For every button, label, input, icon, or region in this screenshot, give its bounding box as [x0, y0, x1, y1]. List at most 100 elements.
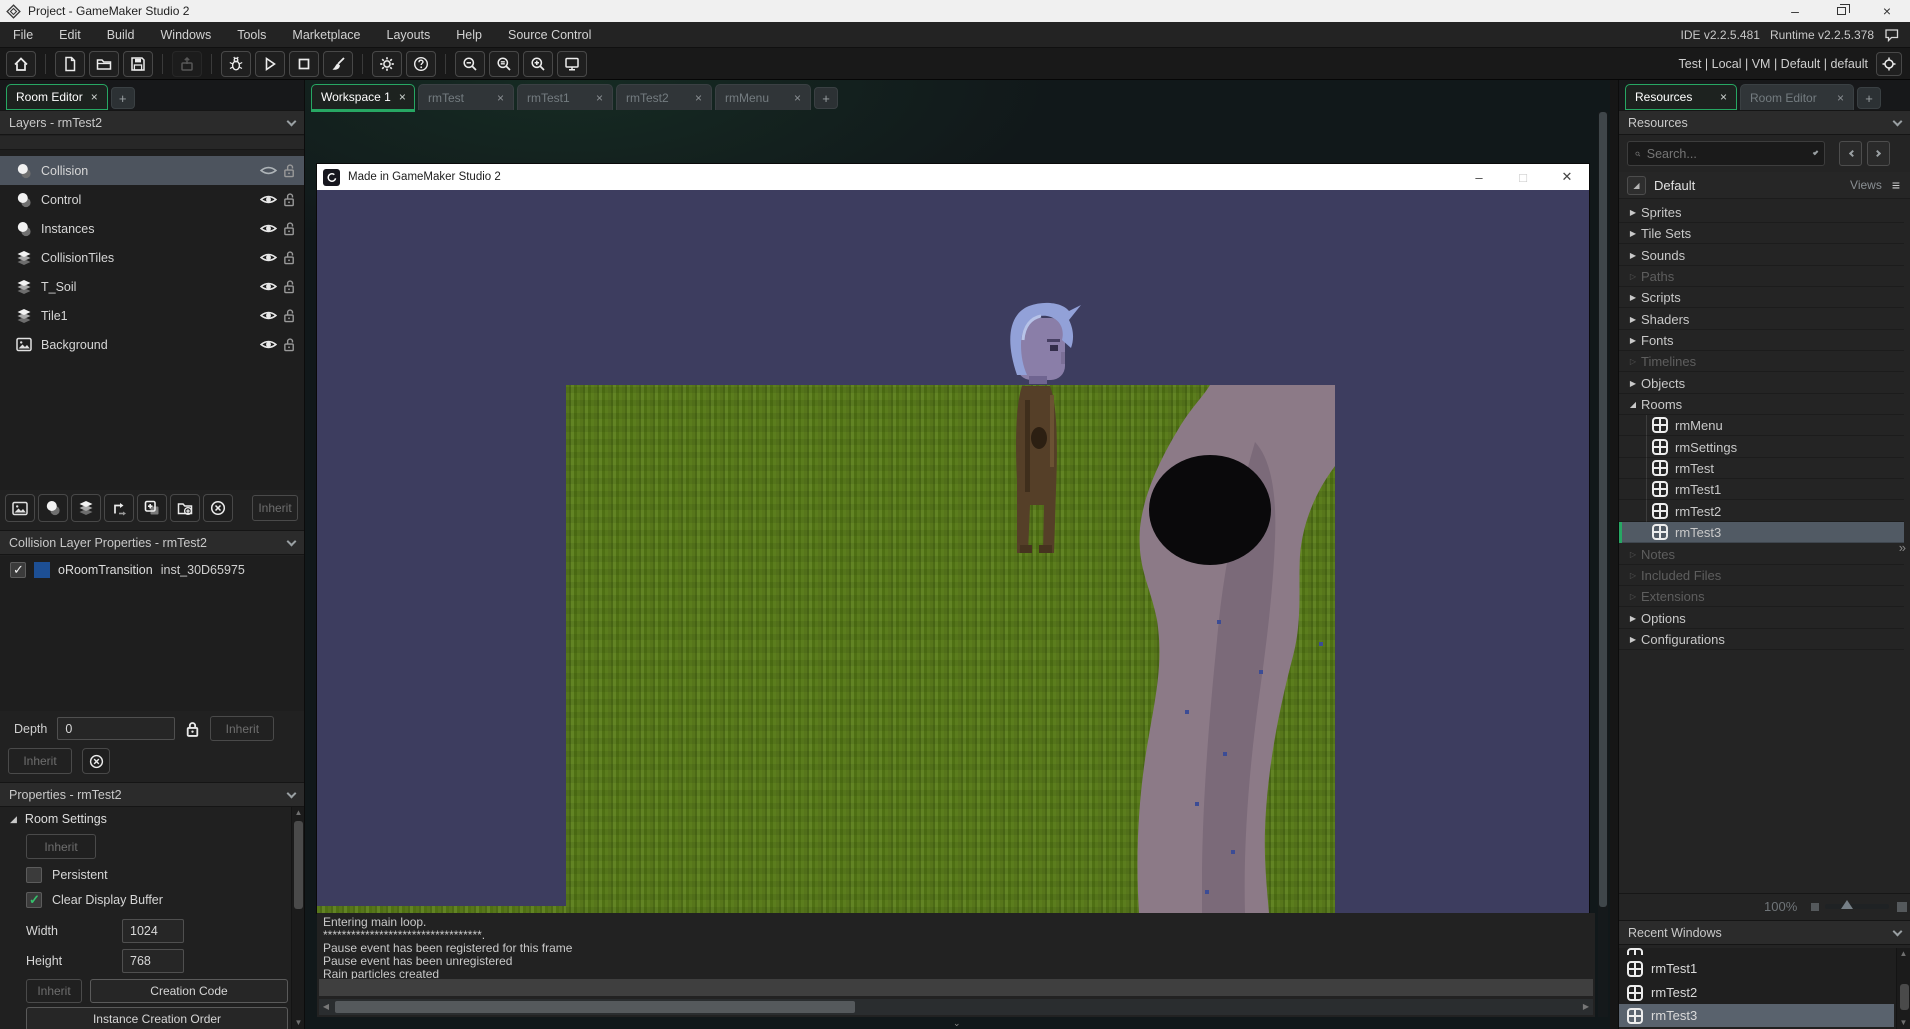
- unlock-icon[interactable]: [283, 192, 296, 207]
- tree-configurations[interactable]: Configurations: [1619, 629, 1904, 650]
- menu-windows[interactable]: Windows: [148, 22, 225, 47]
- unlock-icon[interactable]: [283, 250, 296, 265]
- scroll-down-icon[interactable]: ▼: [1897, 1017, 1910, 1029]
- clean-button[interactable]: [323, 51, 353, 77]
- close-icon[interactable]: ×: [91, 90, 98, 104]
- layer-row-instances[interactable]: Instances: [0, 214, 304, 243]
- target-manager-button[interactable]: [1876, 52, 1902, 76]
- open-project-button[interactable]: [89, 51, 119, 77]
- log-input-row[interactable]: [319, 979, 1593, 996]
- menu-marketplace[interactable]: Marketplace: [279, 22, 373, 47]
- room-width-input[interactable]: [122, 919, 184, 943]
- tree-fonts[interactable]: Fonts: [1619, 330, 1904, 351]
- resource-search[interactable]: [1627, 141, 1825, 166]
- room-inherit-button[interactable]: Inherit: [26, 834, 96, 859]
- tree-room-rmtest1[interactable]: rmTest1: [1619, 479, 1904, 500]
- zoom-slider-track[interactable]: [1825, 904, 1889, 909]
- tree-options[interactable]: Options: [1619, 608, 1904, 629]
- menu-tools[interactable]: Tools: [224, 22, 279, 47]
- scrollbar-thumb[interactable]: [1900, 984, 1909, 1010]
- add-asset-layer-button[interactable]: [137, 494, 167, 522]
- tree-scripts[interactable]: Scripts: [1619, 287, 1904, 308]
- menu-help[interactable]: Help: [443, 22, 495, 47]
- tab-rmtest1[interactable]: rmTest1×: [517, 84, 613, 110]
- instance-row[interactable]: oRoomTransition inst_30D65975: [10, 562, 245, 578]
- scrollbar-thumb[interactable]: [294, 821, 303, 909]
- menu-layouts[interactable]: Layouts: [374, 22, 444, 47]
- dock-splitter[interactable]: [1610, 80, 1618, 1029]
- tab-rmtest2[interactable]: rmTest2×: [616, 84, 712, 110]
- collapse-all-icon[interactable]: ◢: [1627, 176, 1646, 195]
- add-tab-button[interactable]: +: [1857, 87, 1881, 109]
- zoom-in-button[interactable]: [523, 51, 553, 77]
- properties-scrollbar[interactable]: ▲ ▼: [291, 807, 304, 1029]
- create-executable-button[interactable]: [172, 51, 202, 77]
- scrollbar-thumb[interactable]: [1599, 112, 1607, 907]
- visibility-icon[interactable]: [260, 193, 277, 206]
- stop-button[interactable]: [289, 51, 319, 77]
- settings-button[interactable]: [372, 51, 402, 77]
- delete-layer-button[interactable]: [203, 494, 233, 522]
- home-button[interactable]: [6, 51, 36, 77]
- visibility-icon[interactable]: [260, 309, 277, 322]
- build-target-text[interactable]: Test | Local | VM | Default | default: [1679, 57, 1868, 71]
- tree-sprites[interactable]: Sprites: [1619, 202, 1904, 223]
- tab-workspace-1[interactable]: Workspace 1×: [311, 84, 415, 110]
- unlock-icon[interactable]: [283, 337, 296, 352]
- search-prev-button[interactable]: [1839, 141, 1862, 166]
- tab-resources[interactable]: Resources×: [1625, 84, 1737, 110]
- tab-room-editor[interactable]: Room Editor ×: [6, 84, 108, 110]
- views-label[interactable]: Views: [1850, 178, 1882, 192]
- output-log[interactable]: Entering main loop. ********************…: [317, 913, 1595, 1017]
- layer-row-background[interactable]: Background: [0, 330, 304, 359]
- run-button[interactable]: [255, 51, 285, 77]
- layer-row-control[interactable]: Control: [0, 185, 304, 214]
- recent-rmtest3-selected[interactable]: rmTest3: [1619, 1004, 1894, 1027]
- add-tab-button[interactable]: +: [111, 87, 135, 109]
- expand-icon[interactable]: [1625, 315, 1641, 324]
- clear-display-buffer-row[interactable]: Clear Display Buffer: [26, 892, 163, 908]
- persistent-row[interactable]: Persistent: [26, 867, 108, 883]
- expand-icon[interactable]: [1625, 293, 1641, 302]
- tree-room-rmsettings[interactable]: rmSettings: [1619, 437, 1904, 458]
- scroll-right-icon[interactable]: ▶: [1579, 999, 1593, 1015]
- tab-room-editor-inactive[interactable]: Room Editor×: [1740, 84, 1854, 110]
- tree-timelines[interactable]: Timelines: [1619, 351, 1904, 372]
- resources-header[interactable]: Resources: [1619, 110, 1910, 135]
- add-workspace-button[interactable]: +: [814, 87, 838, 109]
- recent-windows-header[interactable]: Recent Windows: [1619, 920, 1910, 945]
- instance-creation-order-button[interactable]: Instance Creation Order: [26, 1007, 288, 1029]
- scroll-down-icon[interactable]: ▼: [292, 1017, 305, 1029]
- search-input[interactable]: [1647, 147, 1808, 161]
- recent-rmtest1[interactable]: rmTest1: [1619, 957, 1894, 980]
- tree-room-rmmenu[interactable]: rmMenu: [1619, 415, 1904, 436]
- debug-button[interactable]: [221, 51, 251, 77]
- scroll-up-icon[interactable]: ▲: [292, 807, 305, 819]
- close-icon[interactable]: ×: [497, 91, 504, 105]
- expand-icon[interactable]: [1625, 208, 1641, 217]
- visibility-icon[interactable]: [260, 222, 277, 235]
- menu-source-control[interactable]: Source Control: [495, 22, 604, 47]
- workspace-vertical-scrollbar[interactable]: [1598, 112, 1608, 1017]
- tree-paths[interactable]: Paths: [1619, 266, 1904, 287]
- scroll-up-icon[interactable]: ▲: [1897, 948, 1910, 960]
- tree-room-rmtest2[interactable]: rmTest2: [1619, 501, 1904, 522]
- game-minimize-button[interactable]: –: [1457, 164, 1501, 190]
- scroll-left-icon[interactable]: ◀: [319, 999, 333, 1015]
- add-path-layer-button[interactable]: [104, 494, 134, 522]
- recent-scrollbar[interactable]: ▲ ▼: [1896, 948, 1910, 1029]
- tree-rooms[interactable]: Rooms: [1619, 394, 1904, 415]
- layer-row-collisiontiles[interactable]: CollisionTiles: [0, 243, 304, 272]
- inherit-button[interactable]: Inherit: [8, 748, 72, 774]
- window-restore-button[interactable]: [1818, 0, 1864, 22]
- collapse-icon[interactable]: [1625, 400, 1641, 409]
- zoom-slider-thumb[interactable]: [1841, 900, 1853, 909]
- tree-shaders[interactable]: Shaders: [1619, 309, 1904, 330]
- window-minimize-button[interactable]: –: [1772, 0, 1818, 22]
- close-icon[interactable]: ×: [1837, 91, 1844, 105]
- add-background-layer-button[interactable]: [5, 494, 35, 522]
- menu-build[interactable]: Build: [94, 22, 148, 47]
- resource-root-row[interactable]: ◢ Default Views ≡: [1619, 172, 1910, 199]
- expand-icon[interactable]: [1625, 379, 1641, 388]
- layer-row-collision[interactable]: Collision: [0, 156, 304, 185]
